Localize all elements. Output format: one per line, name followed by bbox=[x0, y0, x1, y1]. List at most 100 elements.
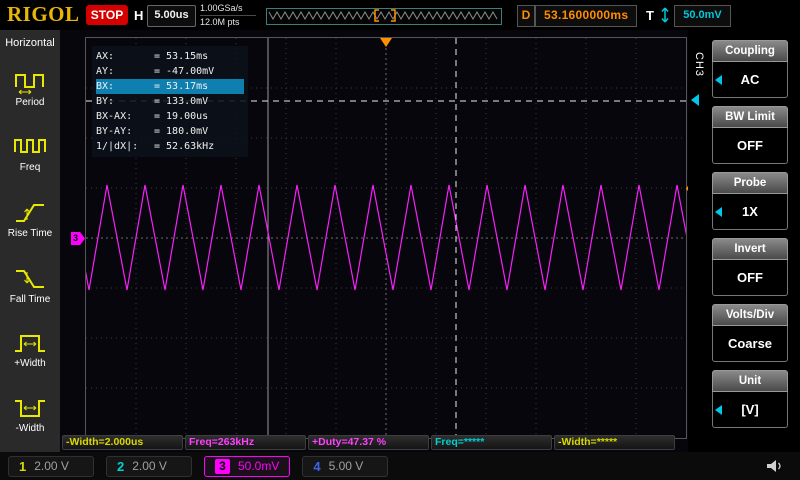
minus-width-icon bbox=[15, 400, 45, 417]
sound-icon bbox=[767, 460, 781, 472]
measurement-slot[interactable]: -Width=***** bbox=[554, 435, 675, 450]
channel-scale: 2.00 V bbox=[132, 459, 167, 473]
channel-1-chip[interactable]: 1 2.00 V bbox=[8, 455, 94, 477]
menu-value-text: Coarse bbox=[727, 336, 773, 351]
delay-value[interactable]: 53.1600000ms bbox=[535, 5, 638, 27]
menu-item-plus-width[interactable]: +Width bbox=[0, 321, 60, 369]
trigger-slope-icon bbox=[661, 7, 669, 23]
menu-item-label: Period bbox=[15, 97, 45, 108]
channel-scale: 50.0mV bbox=[238, 459, 280, 473]
measurement-slot[interactable]: Freq=***** bbox=[431, 435, 552, 450]
timebase-value[interactable]: 5.00us bbox=[147, 5, 196, 27]
menu-item-label: -Width bbox=[15, 423, 45, 434]
menu-value-text: [V] bbox=[741, 402, 759, 417]
cursor-row-bx: BX: = 53.17ms bbox=[96, 79, 244, 94]
plus-width-icon bbox=[15, 335, 45, 352]
menu-item-value: AC bbox=[712, 62, 788, 98]
menu-item-value: OFF bbox=[712, 260, 788, 296]
menu-value-text: 1X bbox=[742, 204, 758, 219]
menu-item-invert[interactable]: Invert OFF bbox=[712, 238, 788, 296]
menu-item-freq[interactable]: Freq bbox=[0, 125, 60, 173]
cursor-row-bx-ax: BX-AX: = 19.00us bbox=[96, 109, 244, 124]
cursor-row-value: = 53.17ms bbox=[154, 81, 209, 92]
select-arrow-icon bbox=[715, 206, 722, 217]
menu-item-value: 1X bbox=[712, 194, 788, 230]
channel-menu-tab[interactable]: CH3 bbox=[693, 52, 705, 77]
menu-item-title: Coupling bbox=[712, 40, 788, 62]
top-status-bar: RIGOL STOP H 5.00us 1.00GSa/s 12.0M pts … bbox=[0, 0, 800, 30]
cursor-row-label: AY: bbox=[96, 66, 115, 77]
select-arrow-icon bbox=[715, 404, 722, 415]
channel-3-chip[interactable]: 3 50.0mV bbox=[204, 455, 291, 477]
channel-status-bar: 1 2.00 V 2 2.00 V 3 50.0mV 4 5.00 V bbox=[0, 452, 800, 480]
channel-scale: 2.00 V bbox=[34, 459, 69, 473]
trigger-level-value[interactable]: 50.0mV bbox=[674, 5, 731, 27]
measurement-slot[interactable]: +Duty=47.37 % bbox=[308, 435, 429, 450]
cursor-readout-panel: AX: = 53.15ms AY: = -47.00mV BX: = 53.17… bbox=[92, 46, 248, 157]
cursor-row-label: BY-AY: bbox=[96, 126, 133, 137]
cursor-row-value: = 53.15ms bbox=[154, 51, 209, 62]
cursor-row-label: BY: bbox=[96, 96, 115, 107]
channel-2-chip[interactable]: 2 2.00 V bbox=[106, 455, 192, 477]
measurement-slot[interactable]: -Width=2.000us bbox=[62, 435, 183, 450]
menu-item-coupling[interactable]: Coupling AC bbox=[712, 40, 788, 98]
measurement-bar: -Width=2.000us Freq=263kHz +Duty=47.37 %… bbox=[62, 435, 679, 450]
menu-item-rise-time[interactable]: Rise Time bbox=[0, 191, 60, 239]
menu-item-title: Volts/Div bbox=[712, 304, 788, 326]
cursor-row-label: AX: bbox=[96, 51, 115, 62]
channel-number: 1 bbox=[19, 458, 27, 474]
fall-time-icon bbox=[16, 270, 44, 288]
menu-item-value: [V] bbox=[712, 392, 788, 428]
rise-time-icon bbox=[16, 204, 44, 222]
menu-item-title: Unit bbox=[712, 370, 788, 392]
menu-value-text: OFF bbox=[737, 270, 763, 285]
trigger-label: T bbox=[646, 8, 654, 23]
period-icon bbox=[15, 74, 44, 95]
menu-page-arrow-icon bbox=[691, 94, 699, 106]
menu-item-label: Fall Time bbox=[9, 294, 51, 305]
cursor-row-label: BX: bbox=[96, 81, 115, 92]
channel-number: 3 bbox=[215, 458, 230, 474]
acquisition-info: 1.00GSa/s 12.0M pts bbox=[200, 3, 256, 28]
channel-number: 4 bbox=[313, 458, 321, 474]
cursor-row-label: 1/|dX|: bbox=[96, 141, 139, 152]
channel-scale: 5.00 V bbox=[328, 459, 364, 473]
delay-label: D bbox=[517, 5, 535, 27]
menu-item-bw-limit[interactable]: BW Limit OFF bbox=[712, 106, 788, 164]
menu-item-probe[interactable]: Probe 1X bbox=[712, 172, 788, 230]
cursor-row-label: BX-AX: bbox=[96, 111, 133, 122]
cursor-row-by-ay: BY-AY: = 180.0mV bbox=[96, 124, 244, 139]
channel-3-offset-marker[interactable]: 3 bbox=[71, 232, 85, 245]
preview-trace bbox=[268, 10, 498, 21]
freq-icon bbox=[14, 139, 46, 153]
menu-item-period[interactable]: Period bbox=[0, 60, 60, 108]
measurement-slot[interactable]: Freq=263kHz bbox=[185, 435, 306, 450]
menu-item-title: Invert bbox=[712, 238, 788, 260]
memory-depth: 12.0M pts bbox=[200, 17, 240, 27]
cursor-row-value: = 180.0mV bbox=[154, 126, 209, 137]
menu-value-text: OFF bbox=[737, 138, 763, 153]
cursor-row-inv-dx: 1/|dX|: = 52.63kHz bbox=[96, 139, 244, 154]
cursor-row-value: = 19.00us bbox=[154, 111, 209, 122]
menu-item-label: Rise Time bbox=[7, 228, 53, 239]
menu-item-volts-div[interactable]: Volts/Div Coarse bbox=[712, 304, 788, 362]
menu-item-fall-time[interactable]: Fall Time bbox=[0, 257, 60, 305]
channel-4-chip[interactable]: 4 5.00 V bbox=[302, 455, 389, 477]
waveform-display-area: AX: = 53.15ms AY: = -47.00mV BX: = 53.17… bbox=[50, 30, 716, 452]
menu-item-value: OFF bbox=[712, 128, 788, 164]
cursor-row-ax: AX: = 53.15ms bbox=[96, 49, 244, 64]
menu-item-title: Probe bbox=[712, 172, 788, 194]
menu-item-unit[interactable]: Unit [V] bbox=[712, 370, 788, 428]
trigger-position-marker bbox=[380, 38, 392, 47]
menu-item-value: Coarse bbox=[712, 326, 788, 362]
run-state-badge[interactable]: STOP bbox=[86, 5, 128, 25]
brand-logo: RIGOL bbox=[7, 2, 80, 26]
delay-bar-preview[interactable] bbox=[266, 8, 502, 25]
left-menu-title: Horizontal bbox=[5, 37, 55, 49]
menu-item-minus-width[interactable]: -Width bbox=[0, 386, 60, 434]
cursor-row-value: = 133.0mV bbox=[154, 96, 209, 107]
menu-item-title: BW Limit bbox=[712, 106, 788, 128]
horizontal-label: H bbox=[134, 8, 144, 23]
cursor-row-ay: AY: = -47.00mV bbox=[96, 64, 244, 79]
sample-rate: 1.00GSa/s bbox=[200, 3, 256, 16]
